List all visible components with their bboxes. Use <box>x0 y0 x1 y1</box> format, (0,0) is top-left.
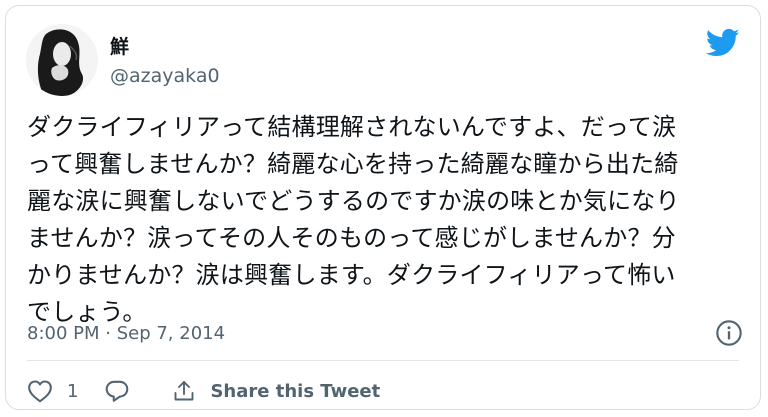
author-handle[interactable]: @azayaka0 <box>110 65 220 87</box>
tweet-card: 鮮 @azayaka0 ダクライフィリアって結構理解されないんですよ、だって涙 … <box>5 5 761 410</box>
tweet-actions: 1 Share this Tweet <box>27 375 380 407</box>
divider <box>27 360 739 361</box>
share-icon <box>175 381 194 401</box>
reply-icon <box>106 380 129 402</box>
tweet-timestamp[interactable]: 8:00 PM · Sep 7, 2014 <box>27 323 225 345</box>
like-button[interactable]: 1 <box>27 379 78 403</box>
avatar-image <box>26 24 98 96</box>
avatar[interactable] <box>26 24 98 96</box>
like-count: 1 <box>67 380 79 402</box>
info-icon[interactable] <box>715 319 743 347</box>
twitter-bird-icon[interactable] <box>706 28 740 58</box>
share-label: Share this Tweet <box>210 380 381 402</box>
reply-button[interactable] <box>104 379 130 403</box>
tweet-text-line: 麗な涙に興奮しないでどうするのですか涙の味とか気になり <box>27 187 680 215</box>
tweet-text-line: ダクライフィリアって結構理解されないんですよ、だって涙 <box>27 113 677 141</box>
author-display-name[interactable]: 鮮 <box>110 36 129 58</box>
tweet-text-line: って興奮しませんか？綺麗な心を持った綺麗な瞳から出た綺 <box>27 150 679 178</box>
tweet-text-line: ませんか？涙ってその人そのものって感じがしませんか？分 <box>27 224 676 252</box>
tweet-text-line: かりませんか？涙は興奮します。ダクライフィリアって怖い <box>27 261 676 289</box>
share-button[interactable]: Share this Tweet <box>172 379 380 403</box>
tweet-text: ダクライフィリアって結構理解されないんですよ、だって涙 って興奮しませんか？綺麗… <box>27 109 747 331</box>
heart-icon <box>28 380 52 403</box>
